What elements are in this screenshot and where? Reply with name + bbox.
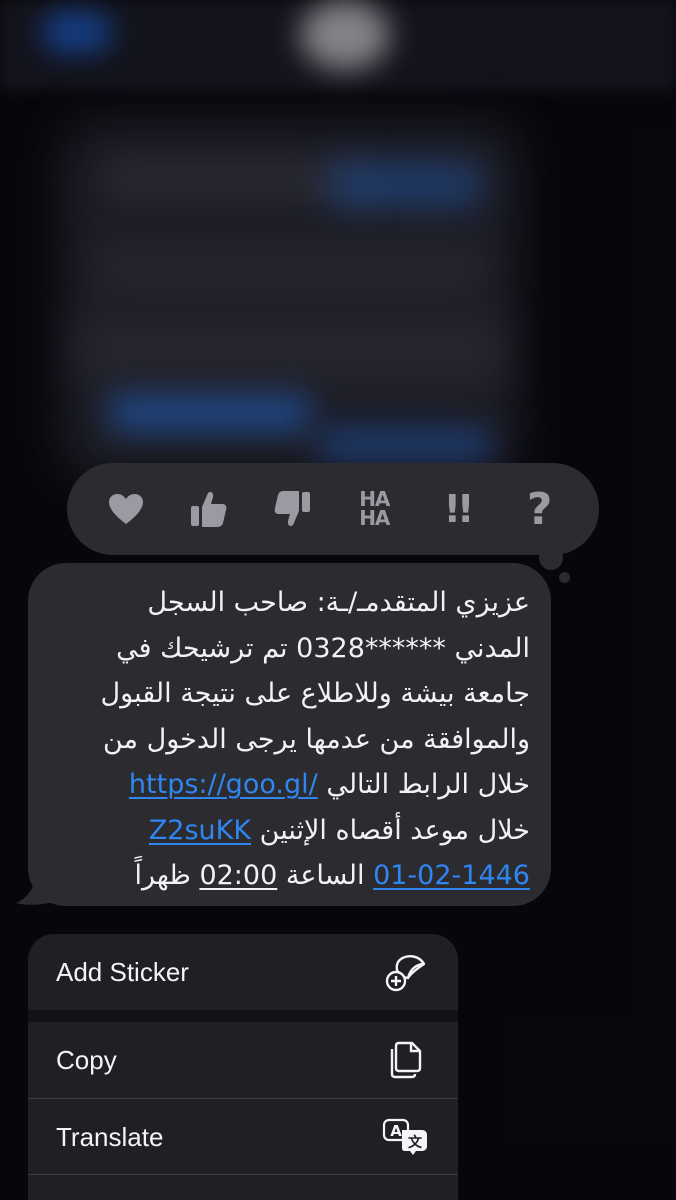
message-line: جامعة بيشة وللاطلاع على نتيجة القبول	[100, 678, 530, 709]
svg-text:文: 文	[408, 1134, 423, 1151]
url-link-continued[interactable]: Z2suKK	[149, 815, 251, 846]
message-line: خلال الرابط التالي https://goo.gl/	[128, 769, 530, 800]
heart-icon	[109, 494, 144, 524]
exclamation-icon: !!	[443, 487, 475, 531]
message-text: عزيزي المتقدمـ/ـة: صاحب السجل المدني ***…	[48, 580, 530, 899]
haha-icon: HA HA	[359, 487, 390, 530]
sticker-add-icon	[382, 948, 430, 996]
reaction-thumbs-down[interactable]	[260, 477, 324, 541]
reaction-exclamation[interactable]: !!	[425, 477, 489, 541]
reaction-bar-tail	[539, 546, 563, 570]
question-icon: ?	[526, 483, 553, 535]
menu-item-label: Translate	[56, 1121, 164, 1152]
svg-text:A: A	[390, 1122, 402, 1140]
translate-icon: A 文	[382, 1113, 430, 1161]
menu-item-translate[interactable]: Translate A 文	[28, 1099, 458, 1175]
menu-divider	[28, 1174, 458, 1175]
reaction-bar: HA HA !! ?	[67, 463, 599, 555]
message-line: والموافقة من عدمها يرجى الدخول من	[103, 723, 530, 755]
url-link[interactable]: https://goo.gl/	[129, 769, 318, 800]
reaction-haha[interactable]: HA HA	[342, 477, 406, 541]
message-line: 01-02-1446 الساعة 02:00 ظهراً	[134, 860, 531, 891]
reaction-heart[interactable]	[94, 477, 158, 541]
copy-icon	[382, 1036, 430, 1084]
message-line: عزيزي المتقدمـ/ـة: صاحب السجل	[147, 587, 530, 618]
reaction-thumbs-up[interactable]	[177, 477, 241, 541]
menu-item-add-sticker[interactable]: Add Sticker	[28, 934, 458, 1010]
time-link[interactable]: 02:00	[199, 860, 277, 891]
message-line: المدني ******0328 تم ترشيحك في	[116, 632, 530, 664]
menu-item-label: Copy	[56, 1044, 117, 1075]
reaction-question[interactable]: ?	[508, 477, 572, 541]
context-menu: Add Sticker Copy Translate A 文	[28, 934, 458, 1200]
menu-section-separator	[28, 1010, 458, 1022]
thumbs-up-icon	[190, 492, 227, 527]
reaction-bar-tail-small	[559, 572, 570, 583]
date-link[interactable]: 01-02-1446	[373, 860, 530, 891]
message-line: خلال موعد أقصاه الإثنين Z2suKK	[148, 814, 530, 846]
thumbs-down-icon	[274, 491, 310, 526]
menu-item-label: Add Sticker	[56, 956, 189, 987]
menu-item-copy[interactable]: Copy	[28, 1022, 458, 1098]
